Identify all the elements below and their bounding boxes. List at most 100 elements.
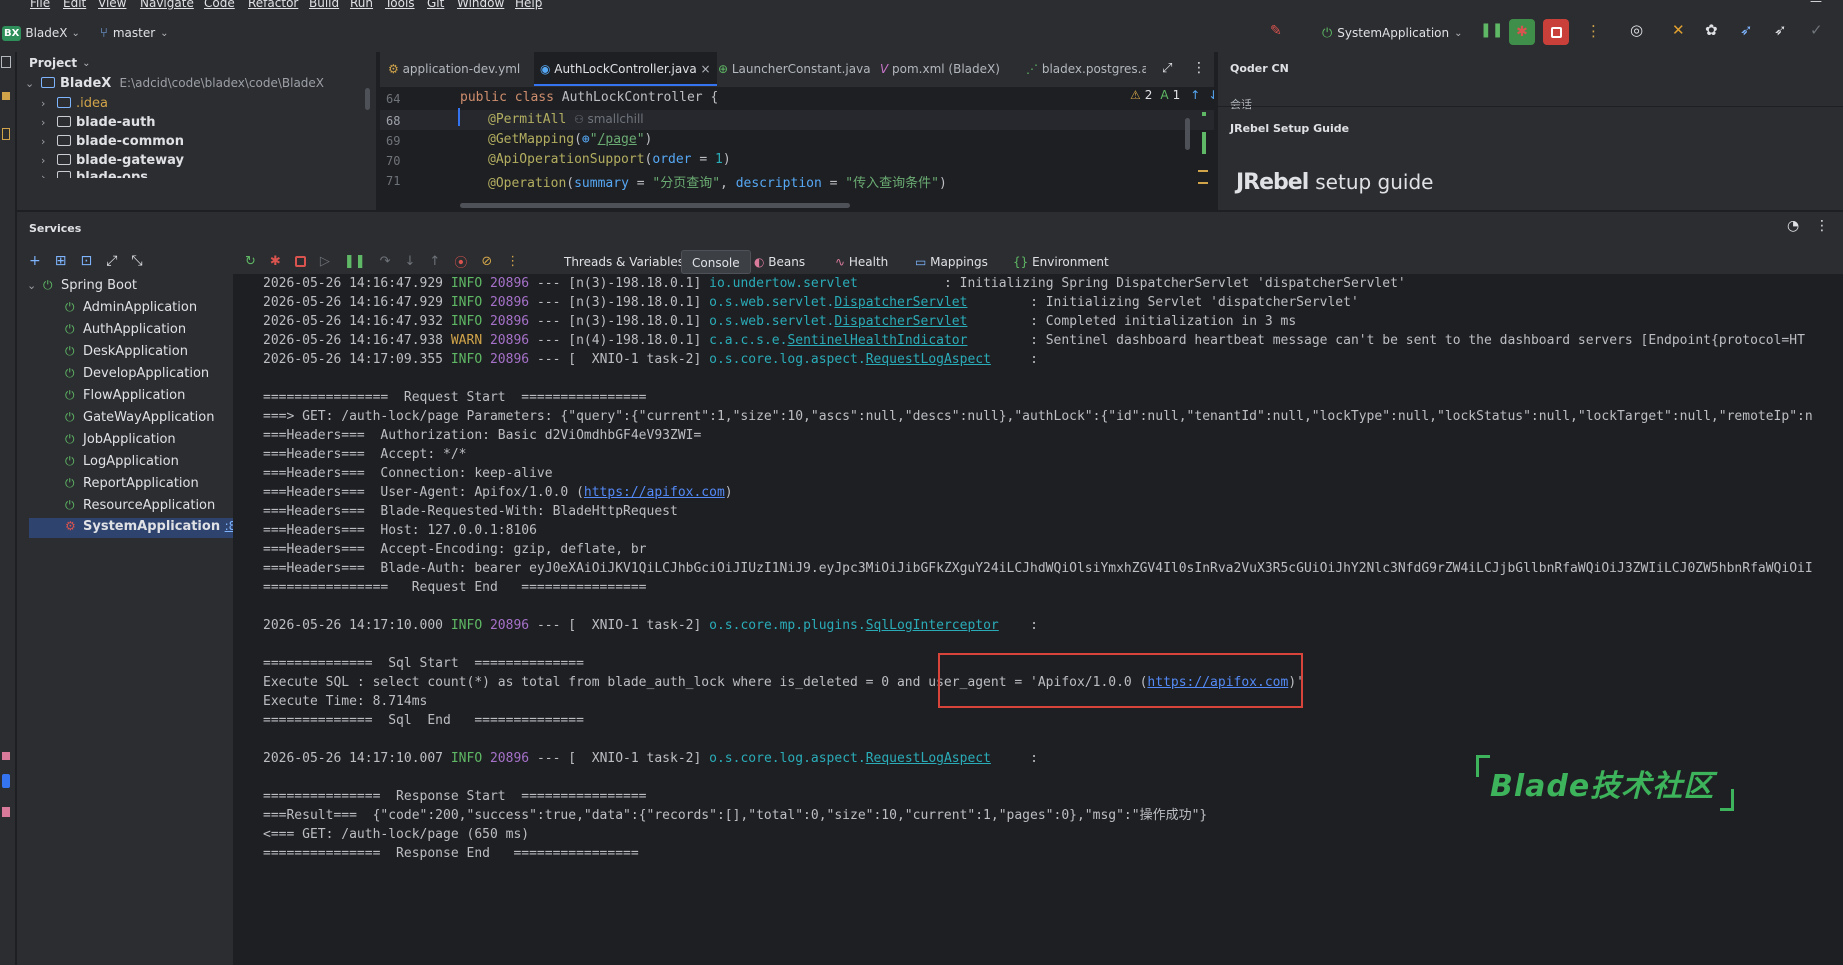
group-icon[interactable]: ⊞ — [55, 253, 67, 269]
tree-root[interactable]: ⌄ BladeX E:\adcid\code\bladex\code\BladeX — [25, 76, 324, 91]
scrollbar[interactable] — [365, 88, 370, 110]
project-widget[interactable]: BX BladeX ⌄ — [2, 24, 80, 42]
console-output[interactable]: 2026-05-26 14:16:47.929 INFO 20896 --- [… — [233, 274, 1843, 965]
tree-item-blade-common[interactable]: › blade-common — [41, 134, 184, 149]
tree-item-blade-gateway[interactable]: › blade-gateway — [41, 153, 184, 168]
debug-icon[interactable]: ✱ — [270, 254, 281, 269]
scrollbar[interactable] — [1185, 118, 1190, 150]
step-over-icon[interactable]: ↷ — [380, 254, 391, 269]
commit-tool-icon[interactable] — [2, 92, 10, 100]
service-job[interactable]: ⏻ JobApplication — [65, 432, 176, 447]
tab-application-dev-yml[interactable]: ⚙ application-dev.yml — [382, 52, 526, 86]
expand-icon[interactable]: ⤢ — [1162, 61, 1172, 76]
minimize-icon[interactable]: — — [1810, 0, 1822, 8]
pause-icon[interactable]: ❚❚ — [1480, 22, 1503, 38]
tab-threads-variables[interactable]: Threads & Variables — [564, 250, 684, 274]
arrow-down-icon[interactable]: ↓ — [1208, 88, 1214, 102]
restart-icon[interactable]: ↻ — [245, 254, 256, 269]
debug-hammer-icon[interactable]: ✎ — [1270, 23, 1282, 39]
more-vertical-icon[interactable]: ⋮ — [1192, 60, 1206, 76]
spring-boot-group[interactable]: ⌄ ⏻ Spring Boot — [27, 278, 137, 293]
copilot-icon[interactable]: ✿ — [1705, 21, 1718, 39]
tab-console[interactable]: Console — [681, 250, 751, 274]
service-admin[interactable]: ⏻ AdminApplication — [65, 300, 197, 315]
tab-environment[interactable]: {} Environment — [1013, 250, 1109, 274]
service-resource[interactable]: ⏻ ResourceApplication — [65, 498, 215, 513]
service-desk[interactable]: ⏻ DeskApplication — [65, 344, 188, 359]
chevron-down-icon[interactable]: ⌄ — [82, 58, 90, 69]
chevron-down-icon[interactable]: ⌄ — [25, 77, 37, 90]
menu-file[interactable]: File — [30, 0, 50, 10]
tab-beans[interactable]: ◐ Beans — [754, 250, 805, 274]
services-tool-icon[interactable] — [2, 752, 10, 760]
more-vertical-icon[interactable]: ⋮ — [1815, 218, 1829, 234]
expand-all-icon[interactable]: ⤢ — [106, 253, 117, 269]
resume-icon[interactable]: ▷ — [320, 254, 330, 269]
menu-view[interactable]: View — [98, 0, 126, 10]
problems-tool-icon[interactable] — [2, 807, 10, 817]
menu-git[interactable]: Git — [427, 0, 444, 10]
project-tool-icon[interactable] — [1, 56, 11, 68]
menu-code[interactable]: Code — [204, 0, 235, 10]
tree-item-blade-ops[interactable]: › blade-ops — [41, 170, 148, 178]
tab-launcherconstant-java[interactable]: ⊕ LauncherConstant.java — [712, 52, 877, 86]
ai-assistant-icon[interactable]: ◎ — [1630, 21, 1643, 39]
add-icon[interactable]: + — [29, 253, 41, 269]
deploy-rocket-icon[interactable]: ➶ — [1740, 21, 1753, 39]
service-log[interactable]: ⏻ LogApplication — [65, 454, 179, 469]
tab-mappings[interactable]: ▭ Mappings — [915, 250, 988, 274]
arrow-up-icon[interactable]: ↑ — [1190, 88, 1200, 102]
pause-icon[interactable]: ❚❚ — [344, 254, 366, 269]
service-system[interactable]: ⚙SystemApplication :8106 — [29, 518, 259, 538]
service-auth[interactable]: ⏻ AuthApplication — [65, 322, 186, 337]
chevron-right-icon[interactable]: › — [41, 116, 53, 129]
menu-help[interactable]: Help — [515, 0, 542, 10]
chevron-down-icon[interactable]: ⌄ — [27, 279, 39, 292]
build-tools-icon[interactable]: ✕ — [1672, 21, 1685, 39]
service-gateway[interactable]: ⏻ GateWayApplication — [65, 410, 214, 425]
editor-content[interactable]: 64 public class AuthLockController { 68 … — [380, 88, 1214, 210]
tree-item-blade-auth[interactable]: › blade-auth — [41, 115, 156, 130]
settings-eye-icon[interactable]: ◔ — [1787, 218, 1799, 234]
tree-item-idea[interactable]: › .idea — [41, 96, 108, 111]
new-tab-icon[interactable]: ⊡ — [80, 253, 92, 269]
qoder-session-label[interactable]: 会话 — [1230, 96, 1252, 112]
breakpoints-icon[interactable]: ⦿ — [454, 252, 467, 271]
branch-widget[interactable]: ⑂ master ⌄ — [100, 24, 169, 42]
tab-authlockcontroller-java[interactable]: ◉ AuthLockController.java × — [534, 52, 717, 86]
service-flow[interactable]: ⏻ FlowApplication — [65, 388, 185, 403]
apifox-link[interactable]: https://apifox.com — [584, 485, 725, 500]
menu-build[interactable]: Build — [309, 0, 339, 10]
service-develop[interactable]: ⏻ DevelopApplication — [65, 366, 209, 381]
chevron-right-icon[interactable]: › — [41, 97, 53, 110]
run-config-selector[interactable]: ⏻ SystemApplication ⌄ — [1322, 24, 1462, 42]
stop-button[interactable] — [1543, 19, 1569, 45]
more-vertical-icon[interactable]: ⋮ — [506, 254, 519, 269]
menu-tools[interactable]: Tools — [385, 0, 415, 10]
menu-run[interactable]: Run — [350, 0, 373, 10]
service-report[interactable]: ⏻ ReportApplication — [65, 476, 199, 491]
tab-health[interactable]: ∿ Health — [835, 250, 888, 274]
collapse-all-icon[interactable]: ⤡ — [131, 253, 142, 269]
chevron-right-icon[interactable]: › — [41, 171, 53, 178]
structure-tool-icon[interactable] — [2, 128, 10, 140]
mute-breakpoints-icon[interactable]: ⊘ — [481, 254, 492, 269]
menu-refactor[interactable]: Refactor — [248, 0, 298, 10]
step-into-icon[interactable]: ↓ — [405, 254, 416, 269]
chevron-right-icon[interactable]: › — [41, 135, 53, 148]
terminal-tool-icon[interactable] — [2, 774, 10, 788]
chevron-right-icon[interactable]: › — [41, 154, 53, 167]
step-out-icon[interactable]: ↑ — [429, 254, 440, 269]
horizontal-scrollbar[interactable] — [460, 203, 850, 208]
rerun-button[interactable]: ✱ — [1509, 19, 1535, 45]
tab-bladex-postgres[interactable]: ⋰ bladex.postgres.all.c — [1020, 52, 1146, 86]
menu-navigate[interactable]: Navigate — [140, 0, 194, 10]
check-circle-icon[interactable]: ✓ — [1810, 21, 1823, 39]
inspection-widget[interactable]: ⚠ 2 A1 ↑ ↓ — [1130, 88, 1214, 102]
tab-pom-xml[interactable]: V pom.xml (BladeX) — [874, 52, 1006, 86]
menu-edit[interactable]: Edit — [63, 0, 86, 10]
jrebel-rocket-icon[interactable]: ➶ — [1774, 21, 1787, 39]
stop-icon[interactable] — [294, 255, 306, 267]
more-vertical-icon[interactable]: ⋮ — [1586, 22, 1601, 40]
menu-window[interactable]: Window — [457, 0, 504, 10]
